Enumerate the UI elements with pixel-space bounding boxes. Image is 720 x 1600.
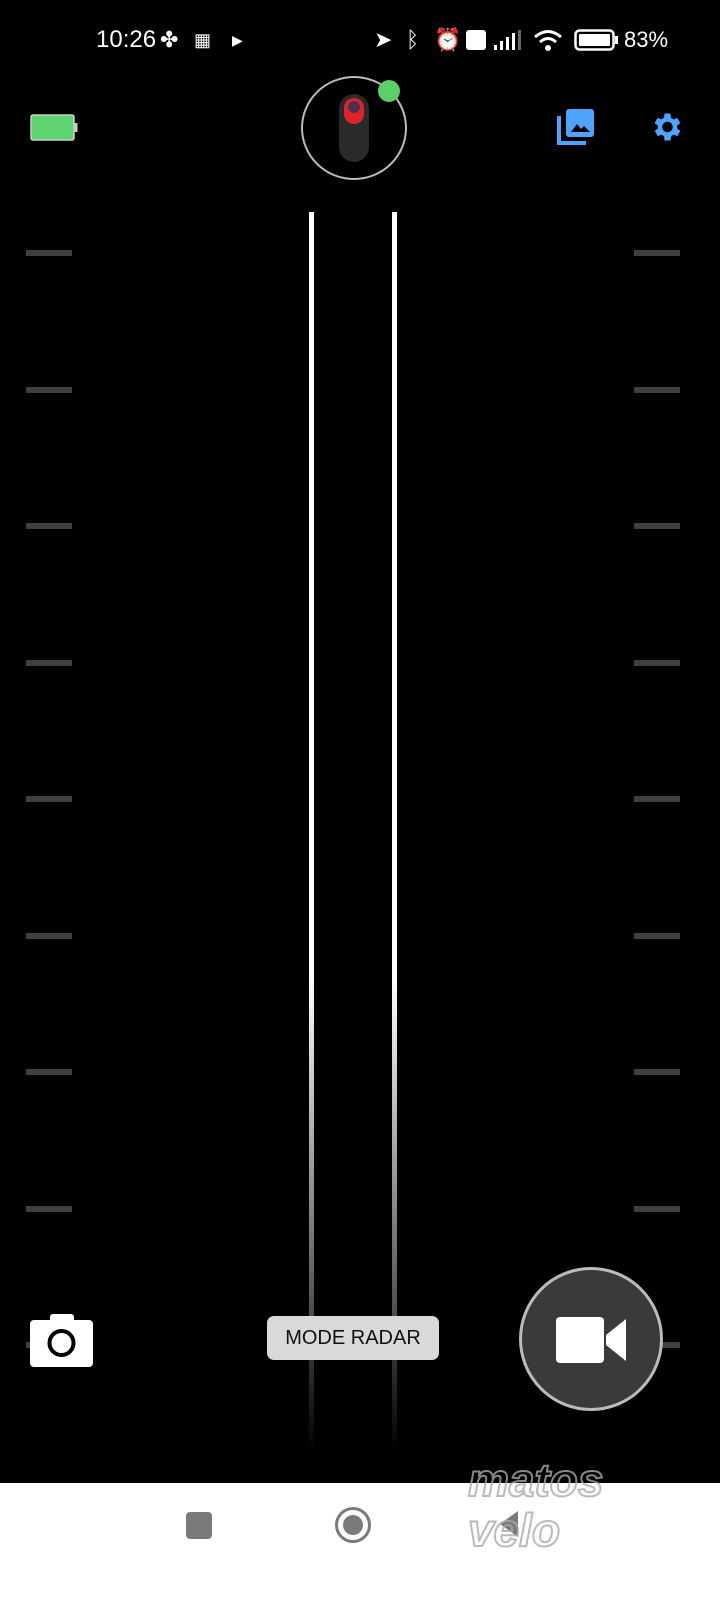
scale-tick-right <box>634 659 680 666</box>
video-camera-icon <box>556 1317 626 1363</box>
location-icon: ➤ <box>374 27 393 52</box>
matos-velo-watermark-logo: matos velo <box>467 1454 604 1556</box>
scale-tick-left <box>26 1205 72 1212</box>
mode-radar-button[interactable]: MODE RADAR <box>267 1316 439 1360</box>
battery-percent: 83% <box>624 27 669 52</box>
scale-tick-right <box>634 250 680 256</box>
play-icon: ▶ <box>232 32 243 48</box>
scale-tick-left <box>26 250 72 256</box>
radar-lane-line-right <box>392 212 397 1452</box>
record-video-button[interactable] <box>519 1267 663 1411</box>
scale-tick-left <box>26 932 72 939</box>
scale-tick-right <box>634 1205 680 1212</box>
scale-tick-right <box>634 523 680 529</box>
settings-gear-icon[interactable] <box>648 109 684 145</box>
connected-indicator <box>378 80 400 102</box>
scale-tick-left <box>26 523 72 529</box>
scale-tick-right <box>634 386 680 393</box>
radar-device-image <box>339 94 369 162</box>
battery-icon <box>574 29 618 51</box>
scale-tick-left <box>26 659 72 666</box>
home-button[interactable] <box>335 1507 371 1543</box>
scale-tick-left <box>26 796 72 802</box>
scale-tick-right <box>634 1069 680 1075</box>
device-battery-icon <box>30 114 78 141</box>
scale-tick-left <box>26 1069 72 1075</box>
gallery-icon[interactable] <box>556 106 596 146</box>
volte-icon <box>466 30 486 50</box>
status-bar: 10:26 ✤ ▦ ▶ ➤ ᛒ ⏰ 83% <box>0 0 720 80</box>
bluetooth-icon: ᛒ <box>406 27 420 52</box>
pinwheel-icon: ✤ <box>160 27 179 52</box>
scale-tick-left <box>26 386 72 393</box>
signal-icon <box>494 30 521 50</box>
scale-tick-right <box>634 932 680 939</box>
wifi-icon <box>534 30 562 51</box>
recents-button[interactable] <box>186 1512 212 1539</box>
qr-icon: ▦ <box>194 30 212 50</box>
photo-camera-button[interactable] <box>30 1314 94 1368</box>
scale-tick-right <box>634 796 680 802</box>
alarm-icon: ⏰ <box>434 27 462 52</box>
status-time: 10:26 <box>96 26 157 53</box>
radar-lane-line-left <box>309 212 314 1452</box>
